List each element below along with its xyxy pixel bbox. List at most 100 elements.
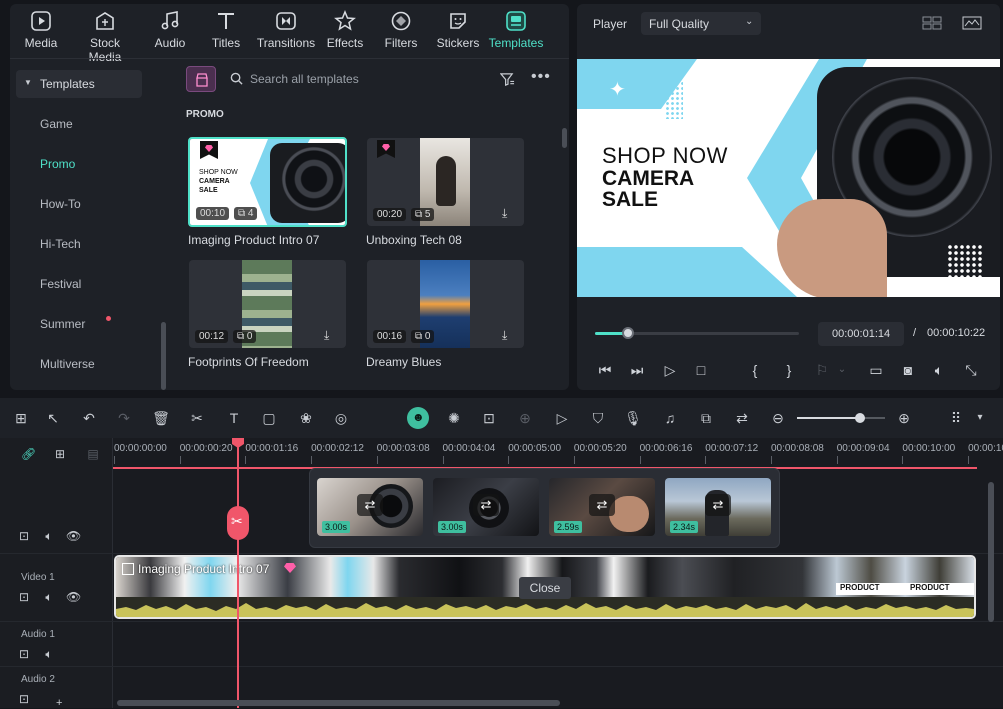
select-tool-icon[interactable]: ↖ bbox=[43, 408, 63, 428]
swap-icon[interactable]: ⇄ bbox=[473, 494, 499, 516]
split-button[interactable]: ✂ bbox=[227, 506, 249, 540]
volume-icon[interactable]: 🔈︎ bbox=[929, 360, 949, 380]
render-icon[interactable]: ⧉ bbox=[696, 408, 716, 428]
lock-icon[interactable]: ⊡ bbox=[17, 692, 31, 706]
popup-clip[interactable]: ⇄ 3.00s bbox=[433, 478, 539, 536]
zoom-out-icon[interactable]: ⊖ bbox=[768, 408, 788, 428]
sidebar-scrollbar[interactable] bbox=[161, 322, 166, 390]
tab-transitions[interactable]: Transitions bbox=[253, 10, 319, 50]
card-duration: 00:10 bbox=[196, 207, 230, 220]
layout-icon[interactable]: ⊞ bbox=[11, 408, 31, 428]
templates-home-button[interactable] bbox=[186, 66, 216, 92]
preview-blue-low bbox=[577, 247, 797, 297]
scene-detect-icon[interactable]: ⊡ bbox=[479, 408, 499, 428]
snapshot-icon[interactable]: ◙ bbox=[898, 360, 918, 380]
sidebar-item-how-to[interactable]: How-To bbox=[40, 197, 81, 211]
delete-icon[interactable]: 🗑︎ bbox=[151, 408, 171, 428]
media-icon bbox=[31, 11, 51, 31]
sun-effect-icon[interactable]: ✺ bbox=[444, 408, 464, 428]
tab-stock-media[interactable]: Stock Media bbox=[72, 10, 138, 64]
swap-icon[interactable]: ⇄ bbox=[589, 494, 615, 516]
microphone-icon[interactable]: 🎙︎ bbox=[623, 408, 643, 428]
lock-icon[interactable]: ⊡ bbox=[17, 590, 31, 604]
lock-icon[interactable]: ⊡ bbox=[17, 647, 31, 661]
replace-icon[interactable]: ⇄ bbox=[732, 408, 752, 428]
card-title: Footprints Of Freedom bbox=[188, 355, 309, 369]
undo-icon[interactable]: ↶ bbox=[79, 408, 99, 428]
timeline-horizontal-scrollbar[interactable] bbox=[117, 700, 560, 706]
popup-clip[interactable]: ⇄ 2.59s bbox=[549, 478, 655, 536]
tab-divider bbox=[10, 58, 569, 59]
popup-clip[interactable]: ⇄ 3.00s bbox=[317, 478, 423, 536]
ai-copilot-button[interactable]: ☻ bbox=[407, 407, 429, 429]
zoom-slider[interactable] bbox=[797, 413, 885, 423]
template-card-dreamy-blues[interactable]: 00:16 ⧉ 0 ⤓ bbox=[367, 260, 524, 348]
tab-titles[interactable]: Titles bbox=[193, 10, 259, 50]
zoom-in-icon[interactable]: ⊕ bbox=[894, 408, 914, 428]
sidebar-item-hi-tech[interactable]: Hi-Tech bbox=[40, 237, 81, 251]
sidebar-item-summer[interactable]: Summer bbox=[40, 317, 85, 331]
template-card-imaging-product-intro[interactable]: SHOP NOW CAMERA SALE 00:10 ⧉ 4 bbox=[188, 137, 347, 227]
template-card-footprints-of-freedom[interactable]: 00:12 ⧉ 0 ⤓ bbox=[189, 260, 346, 348]
mark-out-icon[interactable]: } bbox=[779, 360, 799, 380]
swap-icon[interactable]: ⇄ bbox=[357, 494, 383, 516]
stop-icon[interactable]: □ bbox=[691, 360, 711, 380]
current-time-box[interactable]: 00:00:01:14 bbox=[818, 322, 904, 346]
templates-scrollbar[interactable] bbox=[562, 128, 567, 148]
display-settings-icon[interactable]: ▭ bbox=[866, 360, 886, 380]
lock-icon[interactable]: ⊡ bbox=[17, 529, 31, 543]
waveform-view-icon[interactable] bbox=[962, 16, 982, 30]
link-icon[interactable]: 🔗︎ bbox=[21, 447, 36, 461]
ruler-time-label: 00:00:03:08 bbox=[376, 443, 430, 454]
more-options-icon[interactable]: ••• bbox=[531, 68, 551, 86]
ai-tool-icon[interactable]: ◎ bbox=[331, 408, 351, 428]
template-card-unboxing-tech[interactable]: 00:20 ⧉ 5 ⤓ bbox=[367, 138, 524, 226]
download-icon[interactable]: ⤓ bbox=[324, 328, 338, 342]
download-icon[interactable]: ⤓ bbox=[502, 328, 516, 342]
speaker-icon[interactable]: 🔈︎ bbox=[42, 647, 56, 661]
mark-in-icon[interactable]: { bbox=[745, 360, 765, 380]
audio-list-icon[interactable]: ♫ bbox=[660, 408, 680, 428]
playhead-line[interactable] bbox=[237, 438, 239, 708]
auto-beat-icon[interactable]: ▷ bbox=[552, 408, 572, 428]
shield-icon[interactable]: ⛉ bbox=[588, 408, 608, 428]
fullscreen-icon[interactable]: ⤡ bbox=[961, 360, 981, 380]
filter-icon[interactable] bbox=[500, 72, 515, 87]
toolbar-chevron-icon[interactable]: ▾ bbox=[970, 408, 990, 428]
cut-icon[interactable]: ✂ bbox=[187, 408, 207, 428]
swap-icon[interactable]: ⇄ bbox=[705, 494, 731, 516]
popup-clip[interactable]: ⇄ 2.34s bbox=[665, 478, 771, 536]
text-tool-icon[interactable]: T bbox=[224, 408, 244, 428]
timeline-vertical-scrollbar[interactable] bbox=[988, 482, 994, 622]
sidebar-item-multiverse[interactable]: Multiverse bbox=[40, 357, 95, 371]
sidebar-item-festival[interactable]: Festival bbox=[40, 277, 81, 291]
progress-track[interactable] bbox=[595, 327, 799, 339]
video-clip[interactable]: PRODUCT PRODUCT Imaging Product Intro 07… bbox=[114, 555, 976, 619]
close-tooltip[interactable]: Close bbox=[519, 577, 571, 599]
previous-frame-icon[interactable]: ⏮ bbox=[595, 360, 615, 380]
add-icon[interactable]: + bbox=[56, 697, 62, 709]
grid-view-icon[interactable] bbox=[922, 16, 942, 30]
add-track-icon[interactable]: ⊞ bbox=[53, 447, 67, 461]
eye-icon[interactable]: 👁︎ bbox=[66, 529, 81, 543]
next-frame-icon[interactable]: ⏭ bbox=[627, 360, 647, 380]
grid-handle-icon[interactable]: ⠿ bbox=[946, 408, 966, 428]
color-icon[interactable]: ❀ bbox=[296, 408, 316, 428]
thumb-camera bbox=[270, 143, 345, 223]
speaker-icon[interactable]: 🔈︎ bbox=[42, 529, 56, 543]
play-icon[interactable]: ▷ bbox=[660, 360, 680, 380]
video-preview[interactable]: SHOP NOW CAMERA SALE ✦ bbox=[577, 59, 1000, 297]
tab-stickers[interactable]: Stickers bbox=[425, 10, 491, 50]
speaker-icon[interactable]: 🔈︎ bbox=[42, 590, 56, 604]
tab-templates[interactable]: Templates bbox=[483, 10, 549, 50]
progress-knob[interactable] bbox=[621, 327, 634, 339]
sidebar-item-promo[interactable]: Promo bbox=[40, 157, 75, 171]
sidebar-item-game[interactable]: Game bbox=[40, 117, 73, 131]
tab-media[interactable]: Media bbox=[8, 10, 74, 50]
eye-icon[interactable]: 👁︎ bbox=[66, 590, 81, 604]
search-input[interactable] bbox=[250, 69, 480, 89]
sidebar-header[interactable]: ▼ Templates bbox=[16, 70, 142, 98]
quality-select[interactable]: Full Quality ⌄ bbox=[641, 12, 761, 35]
download-icon[interactable]: ⤓ bbox=[502, 206, 516, 220]
crop-icon[interactable]: ▢ bbox=[259, 408, 279, 428]
